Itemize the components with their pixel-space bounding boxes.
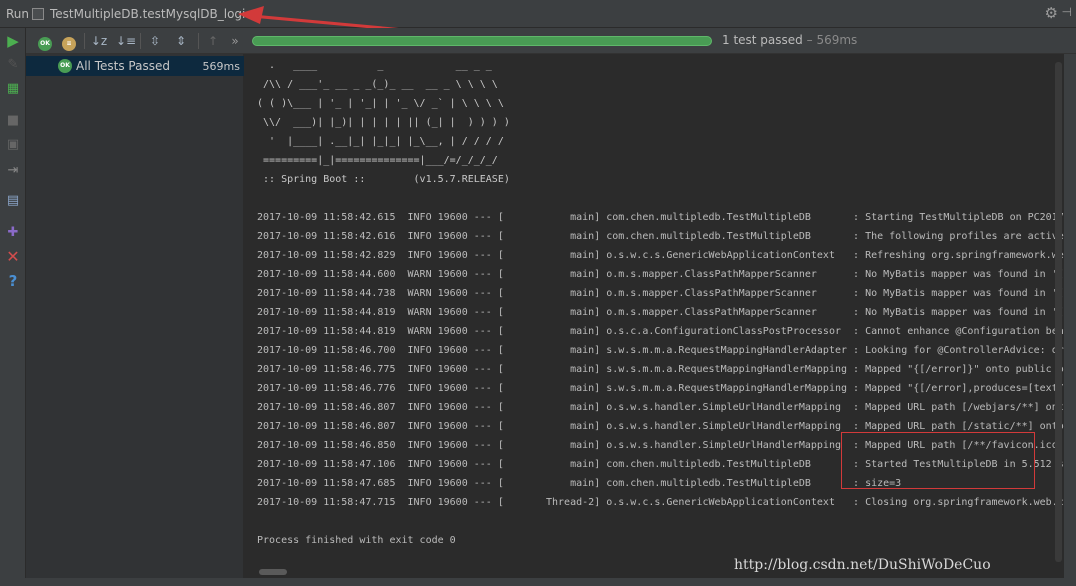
exit-icon[interactable]: ⇥	[4, 162, 22, 180]
log-line: 2017-10-09 11:58:44.819 WARN 19600 --- […	[257, 307, 1064, 318]
hide-panel-icon[interactable]: ⊣	[1062, 5, 1072, 19]
collapse-all-icon[interactable]: ⇕	[172, 32, 190, 50]
sort-duration-icon[interactable]: ↓≡	[116, 32, 136, 50]
log-line: 2017-10-09 11:58:42.829 INFO 19600 --- […	[257, 250, 1064, 261]
test-progress-bar	[252, 36, 712, 46]
sort-alpha-icon[interactable]: ↓z	[90, 32, 108, 50]
left-action-toolbar: ▶ ✎ ▦ ■ ▣ ⇥ ▤ ✚ ✕ ?	[0, 28, 26, 578]
run-title-bar: Run TestMultipleDB.testMysqlDB_logic ⚙ ⊣	[0, 0, 1076, 28]
previous-icon[interactable]: ↑	[204, 32, 222, 50]
show-ignored-icon[interactable]: ≡	[60, 32, 78, 51]
tests-passed-label: 1 test passed	[722, 33, 803, 47]
bottom-status-bar	[0, 578, 1076, 586]
test-runner-toolbar: OK ≡ ↓z ↓≡ ⇳ ⇕ ↑ » 1 test passed – 569ms	[26, 28, 1076, 54]
layout-icon[interactable]: ▤	[4, 192, 22, 210]
passed-icon: OK	[58, 59, 72, 73]
run-config-icon	[32, 8, 44, 20]
show-passed-icon[interactable]: OK	[36, 32, 54, 51]
pin-icon[interactable]: ✚	[4, 224, 22, 242]
tree-item-label: All Tests Passed	[76, 59, 170, 73]
log-line: 2017-10-09 11:58:46.807 INFO 19600 --- […	[257, 421, 1064, 432]
log-line: 2017-10-09 11:58:42.616 INFO 19600 --- […	[257, 231, 1064, 242]
annotation-highlight-box	[841, 432, 1035, 489]
log-line: 2017-10-09 11:58:46.807 INFO 19600 --- […	[257, 402, 1064, 413]
log-line: 2017-10-09 11:58:47.685 INFO 19600 --- […	[257, 478, 902, 489]
watermark: http://blog.csdn.net/DuShiWoDeCuo	[734, 557, 991, 573]
run-config-name[interactable]: TestMultipleDB.testMysqlDB_logic	[50, 7, 252, 21]
log-line: 2017-10-09 11:58:46.775 INFO 19600 --- […	[257, 364, 1064, 375]
log-line: 2017-10-09 11:58:46.700 INFO 19600 --- […	[257, 345, 1064, 356]
horizontal-scrollbar[interactable]	[259, 569, 287, 575]
run-label: Run	[6, 7, 30, 21]
vertical-scrollbar[interactable]	[1055, 62, 1062, 562]
banner-line: ( ( )\___ | '_ | '_| | '_ \/ _` | \ \ \ …	[257, 98, 504, 109]
log-line: 2017-10-09 11:58:46.776 INFO 19600 --- […	[257, 383, 1064, 394]
banner-line: ' |____| .__|_| |_|_| |_\__, | / / / /	[257, 136, 504, 147]
exit-status-line: Process finished with exit code 0	[257, 535, 456, 546]
test-results-tree: OK All Tests Passed 569ms	[26, 54, 244, 578]
banner-line: . ____ _ __ _ _	[257, 60, 492, 71]
log-line: 2017-10-09 11:58:44.819 WARN 19600 --- […	[257, 326, 1064, 337]
right-gutter	[1064, 54, 1076, 578]
more-icon[interactable]: »	[226, 32, 244, 50]
console-output[interactable]: . ____ _ __ _ _ /\\ / ___'_ __ _ _(_)_ _…	[245, 54, 1076, 578]
banner-line: /\\ / ___'_ __ _ _(_)_ __ __ _ \ \ \ \	[257, 79, 498, 90]
debug-icon[interactable]: ✎	[4, 56, 22, 74]
banner-line: =========|_|==============|___/=/_/_/_/	[257, 155, 498, 166]
tree-item-time: 569ms	[202, 60, 240, 73]
banner-line: \\/ ___)| |_)| | | | | || (_| | ) ) ) )	[257, 117, 510, 128]
close-icon[interactable]: ✕	[4, 248, 22, 266]
help-icon[interactable]: ?	[4, 272, 22, 290]
test-status-text: 1 test passed – 569ms	[722, 33, 857, 47]
log-line: 2017-10-09 11:58:44.738 WARN 19600 --- […	[257, 288, 1064, 299]
gear-icon[interactable]: ⚙	[1045, 4, 1058, 22]
tree-item-all-tests[interactable]: OK All Tests Passed 569ms	[26, 56, 244, 76]
log-line: 2017-10-09 11:58:44.600 WARN 19600 --- […	[257, 269, 1064, 280]
banner-line: :: Spring Boot :: (v1.5.7.RELEASE)	[257, 174, 510, 185]
expand-all-icon[interactable]: ⇳	[146, 32, 164, 50]
dump-threads-icon[interactable]: ▣	[4, 136, 22, 154]
stop-icon[interactable]: ■	[4, 112, 22, 130]
coverage-icon[interactable]: ▦	[4, 80, 22, 98]
test-duration-label: – 569ms	[806, 33, 858, 47]
rerun-icon[interactable]: ▶	[4, 32, 22, 50]
log-line: 2017-10-09 11:58:47.715 INFO 19600 --- […	[257, 497, 1064, 508]
log-line: 2017-10-09 11:58:42.615 INFO 19600 --- […	[257, 212, 1070, 223]
